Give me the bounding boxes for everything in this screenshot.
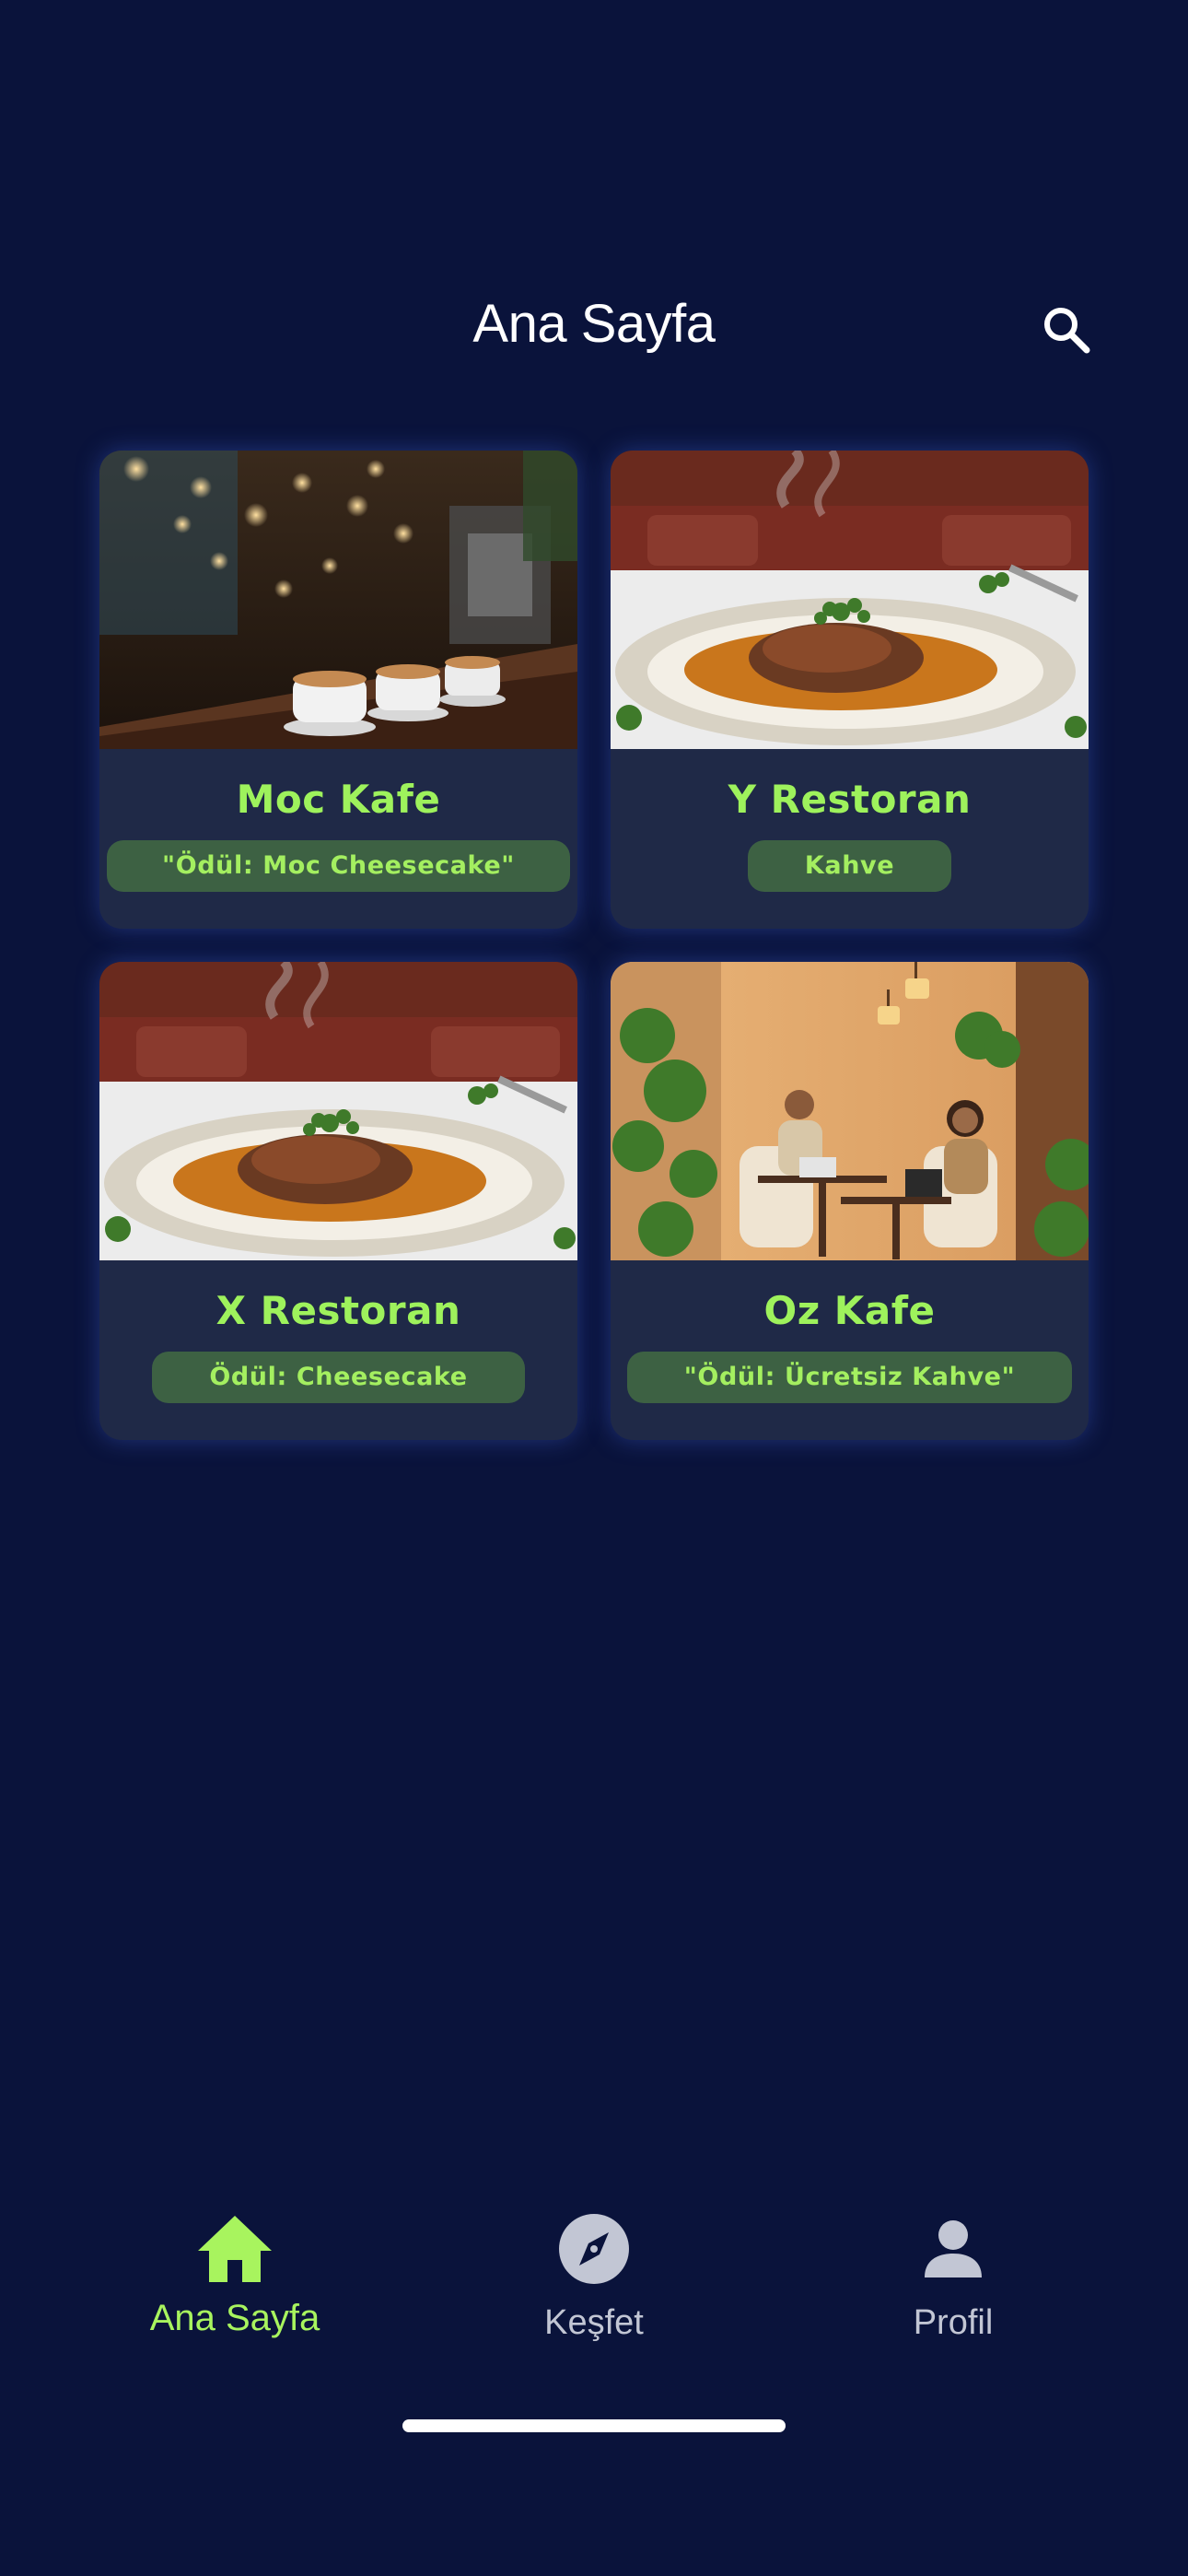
reward-badge: "Ödül: Ücretsiz Kahve" bbox=[626, 1352, 1073, 1403]
venue-image-dish bbox=[99, 962, 577, 1260]
compass-icon bbox=[559, 2214, 629, 2284]
page-title: Ana Sayfa bbox=[472, 294, 716, 354]
venue-card[interactable]: Y Restoran Kahve bbox=[611, 451, 1089, 929]
nav-label-explore: Keşfet bbox=[544, 2303, 644, 2342]
venue-name: X Restoran bbox=[215, 1288, 461, 1333]
venue-card[interactable]: Oz Kafe "Ödül: Ücretsiz Kahve" bbox=[611, 962, 1089, 1440]
search-button[interactable] bbox=[1030, 293, 1103, 367]
nav-label-home: Ana Sayfa bbox=[149, 2298, 320, 2338]
nav-item-explore[interactable]: Keşfet bbox=[474, 2207, 714, 2343]
venue-card[interactable]: X Restoran Ödül: Cheesecake bbox=[99, 962, 577, 1440]
person-icon bbox=[925, 2220, 982, 2277]
nav-item-home[interactable]: Ana Sayfa bbox=[115, 2207, 355, 2339]
home-indicator bbox=[402, 2419, 786, 2432]
venue-card[interactable]: Moc Kafe "Ödül: Moc Cheesecake" bbox=[99, 451, 577, 929]
reward-badge: Kahve bbox=[747, 840, 952, 892]
home-screen: Ana Sayfa Moc Kafe "Ödül: Moc Cheesecake… bbox=[0, 0, 1188, 2576]
nav-label-profile: Profil bbox=[913, 2303, 994, 2342]
venue-image-cafe bbox=[99, 451, 577, 749]
venue-name: Moc Kafe bbox=[236, 777, 441, 822]
venue-grid: Moc Kafe "Ödül: Moc Cheesecake" Y Restor… bbox=[99, 451, 1089, 1440]
nav-item-profile[interactable]: Profil bbox=[833, 2207, 1073, 2343]
home-icon bbox=[198, 2216, 272, 2282]
reward-badge: Ödül: Cheesecake bbox=[152, 1352, 525, 1403]
venue-image-cafe-people bbox=[611, 962, 1089, 1260]
search-icon bbox=[1044, 308, 1090, 354]
venue-name: Y Restoran bbox=[728, 777, 972, 822]
venue-image-dish bbox=[611, 451, 1089, 749]
venue-name: Oz Kafe bbox=[763, 1288, 936, 1333]
reward-badge: "Ödül: Moc Cheesecake" bbox=[107, 840, 570, 892]
